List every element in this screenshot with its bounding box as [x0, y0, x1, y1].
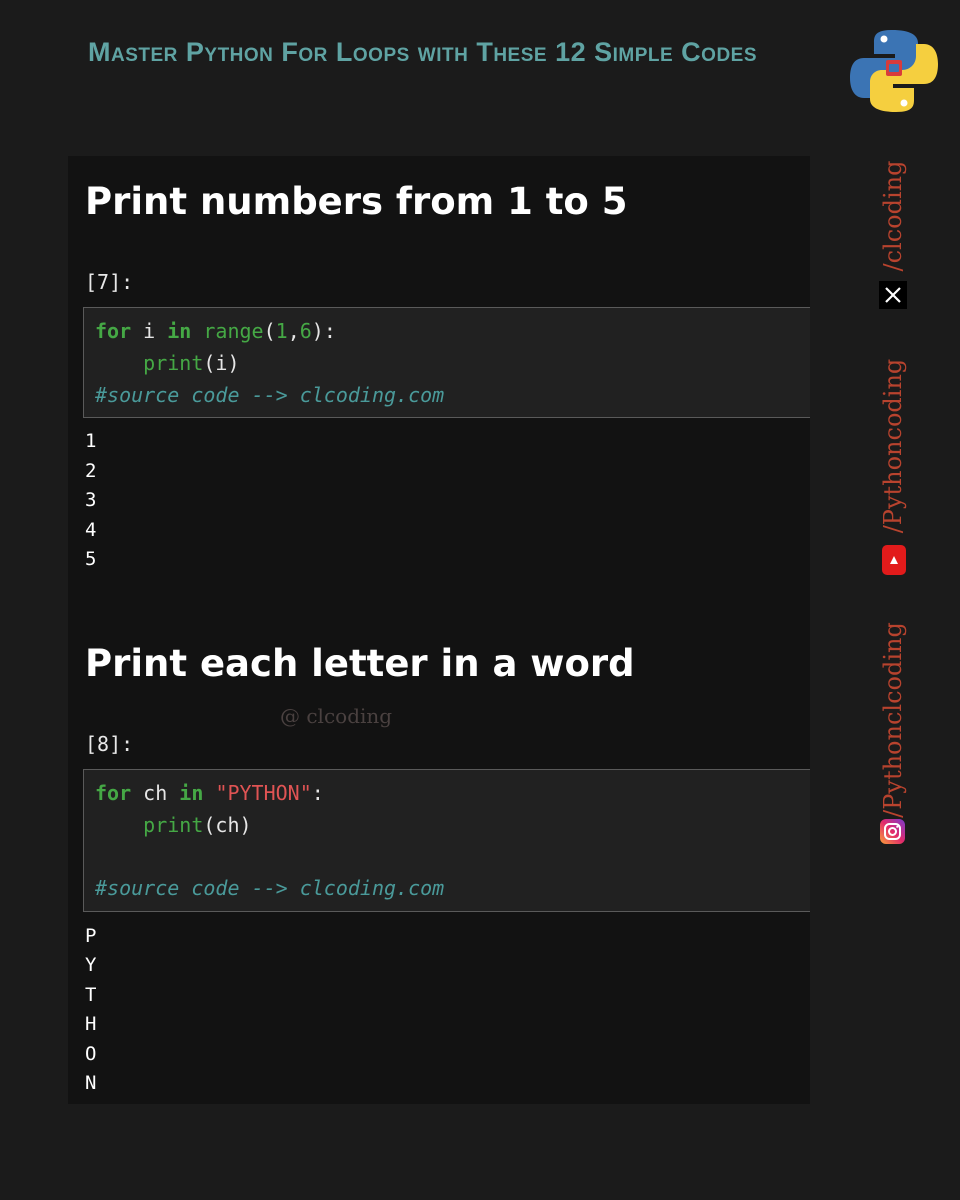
code-text: (ch): [203, 813, 252, 837]
number-literal: 6: [299, 319, 312, 343]
section-heading: Print numbers from 1 to 5: [85, 180, 628, 223]
keyword: for: [95, 781, 132, 805]
output-line: 1: [85, 430, 97, 452]
output-line: Y: [85, 954, 97, 976]
output-line: 2: [85, 460, 97, 482]
code-text: (i): [203, 351, 240, 375]
social-handle-instagram[interactable]: /Pythonclcoding: [879, 622, 907, 818]
code-text: :: [311, 781, 324, 805]
code-text: (: [263, 319, 276, 343]
output-line: 4: [85, 519, 97, 541]
output-line: 5: [85, 548, 97, 570]
output-line: O: [85, 1043, 97, 1065]
output-line: N: [85, 1072, 97, 1094]
section-heading: Print each letter in a word: [85, 642, 635, 685]
code-text: ch: [131, 781, 180, 805]
social-handle-youtube[interactable]: /Pythoncoding: [879, 359, 907, 534]
builtin-function: print: [143, 351, 204, 375]
output-line: P: [85, 925, 97, 947]
social-handle-x[interactable]: /clcoding: [879, 161, 907, 272]
cell-prompt: [7]:: [85, 270, 134, 294]
output-line: 3: [85, 489, 97, 511]
keyword: in: [179, 781, 204, 805]
keyword: for: [95, 319, 132, 343]
code-text: i: [131, 319, 168, 343]
output-line: H: [85, 1013, 97, 1035]
x-icon[interactable]: [879, 281, 907, 309]
page-title: Master Python For Loops with These 12 Si…: [88, 37, 758, 67]
code-cell[interactable]: for i in range(1,6): print(i) #source co…: [83, 307, 810, 418]
python-logo-icon: [850, 30, 938, 112]
code-line: for ch in "PYTHON":: [95, 778, 324, 808]
output-line: T: [85, 984, 97, 1006]
builtin-function: print: [143, 813, 204, 837]
code-comment: #source code --> clcoding.com: [95, 876, 445, 900]
code-text: ):: [311, 319, 336, 343]
youtube-icon[interactable]: [882, 545, 906, 575]
keyword: in: [167, 319, 192, 343]
code-comment: #source code --> clcoding.com: [95, 383, 445, 407]
cell-prompt: [8]:: [85, 732, 134, 756]
notebook-panel: Print numbers from 1 to 5 [7]: for i in …: [68, 156, 810, 1104]
watermark: @ clcoding: [280, 704, 393, 728]
code-line: print(ch): [95, 810, 252, 840]
code-text: ,: [287, 319, 300, 343]
instagram-icon[interactable]: [880, 819, 905, 844]
code-line: print(i): [95, 348, 240, 378]
code-cell[interactable]: for ch in "PYTHON": print(ch) #source co…: [83, 769, 810, 912]
number-literal: 1: [275, 319, 288, 343]
builtin-function: range: [191, 319, 264, 343]
code-line: for i in range(1,6):: [95, 316, 336, 346]
string-literal: "PYTHON": [215, 781, 312, 805]
